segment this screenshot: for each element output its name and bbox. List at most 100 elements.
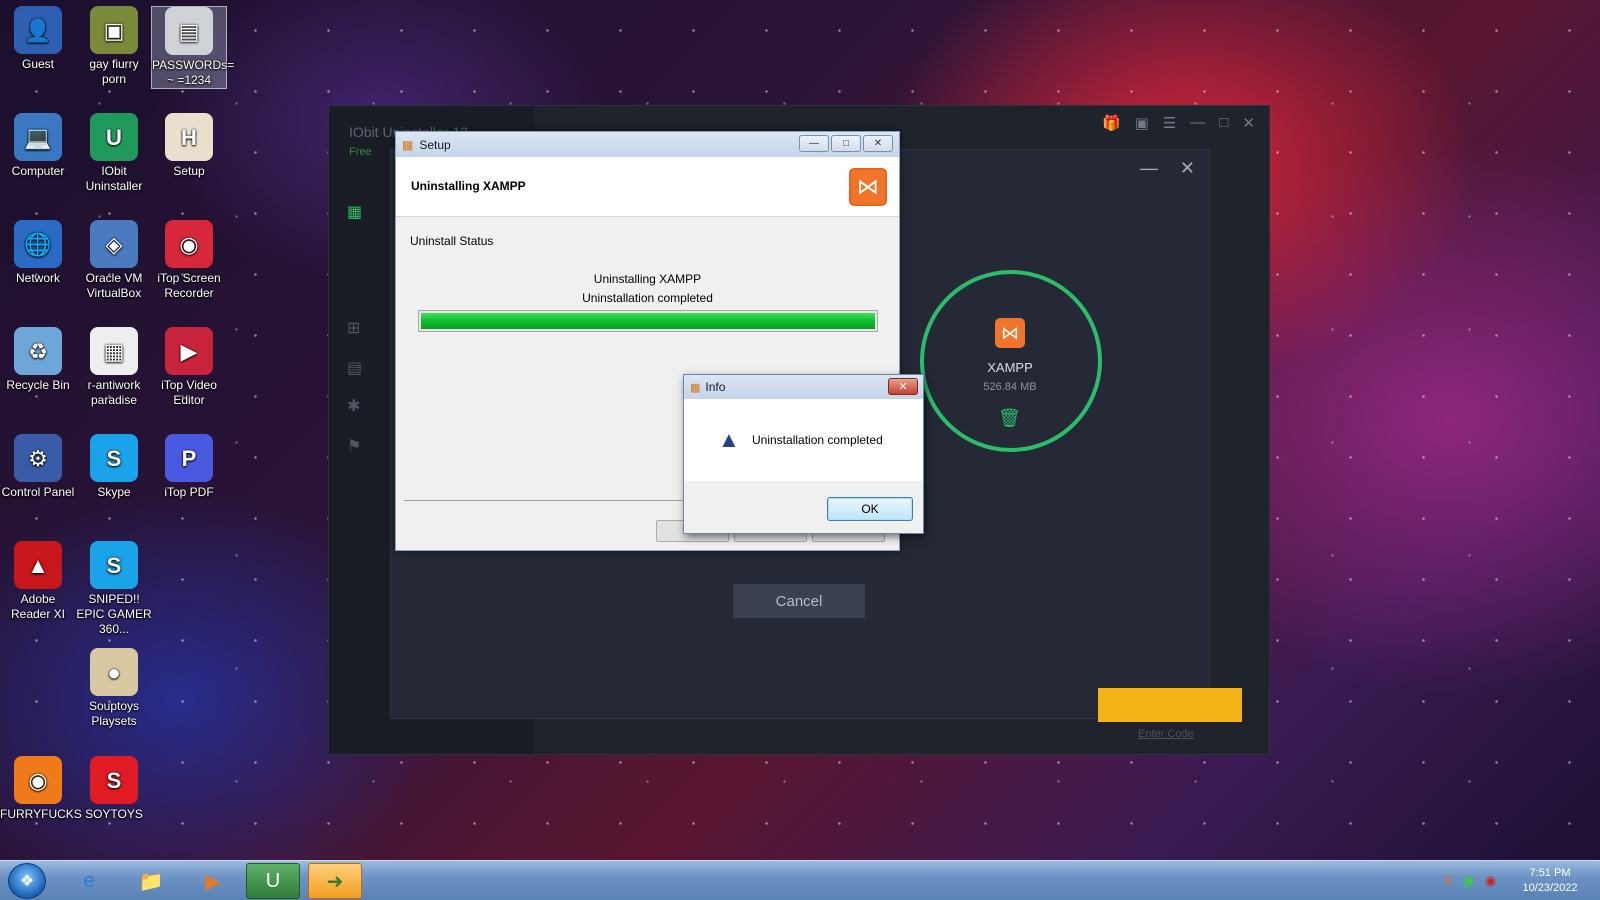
app-name: XAMPP xyxy=(987,360,1033,375)
setup-titlebar[interactable]: ▩ Setup — □ ✕ xyxy=(396,132,899,157)
computer-icon: 💻 xyxy=(14,113,62,161)
recycle-bin-icon: ♻ xyxy=(14,327,62,375)
gift-icon[interactable]: 🎁 xyxy=(1102,114,1121,132)
desktop-icon-box[interactable]: ▣ gay fiurry porn xyxy=(76,6,152,87)
desktop-icon-recycle-bin[interactable]: ♻ Recycle Bin xyxy=(0,327,76,393)
skype-icon: S xyxy=(90,434,138,482)
system-tray: ⚲ ▣ ◉ xyxy=(1443,873,1496,889)
desktop-icon-label: Guest xyxy=(21,57,54,71)
desktop-icon-setup[interactable]: H Setup xyxy=(151,113,227,179)
desktop-icon-screen-recorder[interactable]: ◉ iTop Screen Recorder xyxy=(151,220,227,301)
software-updater-icon[interactable]: ⊞ xyxy=(347,318,360,338)
trash-icon: 🗑 xyxy=(998,408,1021,428)
maximize-button[interactable]: □ xyxy=(831,135,861,152)
desktop-icon-computer[interactable]: 💻 Computer xyxy=(0,113,76,179)
programs-nav-icon[interactable]: ▦ xyxy=(347,202,362,222)
iobit-title-buttons: 🎁 ▣ ☰ — □ ✕ xyxy=(1102,114,1255,132)
desktop-icon-document[interactable]: ▦ r-antiwork paradise xyxy=(76,327,152,408)
clock[interactable]: 7:51 PM 10/23/2022 xyxy=(1510,866,1590,896)
firefox-icon: ◉ xyxy=(14,756,62,804)
screen-recorder-icon: ◉ xyxy=(165,220,213,268)
desktop-icon-label: iTop PDF xyxy=(164,485,214,499)
close-icon[interactable]: ✕ xyxy=(1180,158,1195,179)
desktop-icon-network[interactable]: 🌐 Network xyxy=(0,220,76,286)
desktop-icon-label: Oracle VM VirtualBox xyxy=(85,271,143,300)
setup-header: Uninstalling XAMPP ⋈ xyxy=(396,157,899,217)
close-icon[interactable]: ✕ xyxy=(1242,114,1255,132)
desktop-icon-firefox[interactable]: ◉ FURRYFUCKS xyxy=(0,756,82,822)
info-titlebar[interactable]: ▩ Info ✕ xyxy=(684,375,923,399)
desktop-icon-virtualbox[interactable]: ◈ Oracle VM VirtualBox xyxy=(76,220,152,301)
soytoys-icon: S xyxy=(90,756,138,804)
install-monitor-icon[interactable]: ▤ xyxy=(347,358,362,378)
desktop-icon-control-panel[interactable]: ⚙ Control Panel xyxy=(0,434,76,500)
progress-fill xyxy=(421,313,875,329)
setup-icon: H xyxy=(165,113,213,161)
xampp-logo-icon: ⋈ xyxy=(849,168,887,206)
info-dialog: ▩ Info ✕ ▲ Uninstallation completed OK xyxy=(683,374,924,534)
desktop-icon-label: Setup xyxy=(173,164,205,178)
desktop-icon-label: Control Panel xyxy=(1,485,75,499)
desktop-icon-pdf[interactable]: PiTop PDF xyxy=(151,434,227,500)
xampp-logo-icon: ⋈ xyxy=(995,318,1025,348)
desktop-icon-skype[interactable]: S Skype xyxy=(76,434,152,500)
enter-code-link[interactable]: Enter Code xyxy=(1138,728,1194,740)
taskbar: ❖ e 📁 ▶ U ➜ ⚲ ▣ ◉ 7:51 PM 10/23/2022 xyxy=(0,860,1600,900)
uninstall-progress-bar xyxy=(418,310,878,332)
ok-button[interactable]: OK xyxy=(827,497,913,521)
status-line-2: Uninstallation completed xyxy=(582,291,713,305)
minimize-icon[interactable]: — xyxy=(1190,114,1205,132)
video-editor-icon: ▶ xyxy=(165,327,213,375)
internet-explorer-icon[interactable]: e xyxy=(62,863,116,899)
desktop-icon-user[interactable]: 👤 Guest xyxy=(0,6,76,72)
clock-time: 7:51 PM xyxy=(1529,867,1571,879)
clock-date: 10/23/2022 xyxy=(1522,882,1578,894)
user-icon: 👤 xyxy=(14,6,62,54)
toolbox-icon[interactable]: ▣ xyxy=(1135,114,1149,132)
browser-plugins-icon[interactable]: ✱ xyxy=(347,396,360,416)
desktop-icon-label: iTop Screen Recorder xyxy=(157,271,221,300)
desktop-icon-skype[interactable]: S SNIPED!! EPIC GAMER 360... xyxy=(76,541,152,637)
close-button[interactable]: ✕ xyxy=(888,378,918,395)
desktop-icon-souptoys[interactable]: ● Souptoys Playsets xyxy=(76,648,152,729)
network-icon: 🌐 xyxy=(14,220,62,268)
skype-icon: S xyxy=(90,541,138,589)
desktop-icon-label: Souptoys Playsets xyxy=(88,699,140,728)
desktop-icon-label: SNIPED!! EPIC GAMER 360... xyxy=(76,592,152,636)
desktop-icon-label: Skype xyxy=(97,485,131,499)
desktop-icon-label: FURRYFUCKS xyxy=(0,807,82,821)
setup-window-title: Setup xyxy=(419,137,451,152)
minimize-icon[interactable]: — xyxy=(1140,158,1158,179)
volume-icon[interactable]: ◉ xyxy=(1485,873,1496,889)
desktop-icon-text-file[interactable]: ▤ PASSWORDs= ~ =1234 xyxy=(151,6,234,89)
network-status-icon[interactable]: ▣ xyxy=(1463,873,1475,889)
setup-taskbar-icon[interactable]: ➜ xyxy=(308,863,362,899)
info-app-icon: ▩ xyxy=(690,381,701,394)
box-icon: ▣ xyxy=(90,6,138,54)
text-file-icon: ▤ xyxy=(165,7,213,55)
upgrade-button[interactable] xyxy=(1098,688,1242,722)
desktop-icon-label: SOYTOYS xyxy=(85,807,143,821)
desktop-icon-iobit-uninstaller[interactable]: U IObit Uninstaller xyxy=(76,113,152,194)
desktop-icon-label: Network xyxy=(15,271,60,285)
start-button[interactable]: ❖ xyxy=(8,863,46,899)
desktop-icon-adobe-reader[interactable]: ▲ Adobe Reader XI xyxy=(0,541,76,622)
maximize-icon[interactable]: □ xyxy=(1219,114,1228,132)
virtualbox-icon: ◈ xyxy=(90,220,138,268)
desktop-icon-soytoys[interactable]: S SOYTOYS xyxy=(76,756,152,822)
desktop-icon-label: Computer xyxy=(11,164,65,178)
action-center-icon[interactable]: ⚑ xyxy=(347,436,361,456)
uninstall-status-label: Uninstall Status xyxy=(410,234,494,248)
status-line-1: Uninstalling XAMPP xyxy=(593,272,702,286)
minimize-button[interactable]: — xyxy=(799,135,829,152)
close-button[interactable]: ✕ xyxy=(863,135,893,152)
iobit-edition-label: Free xyxy=(349,146,372,158)
cancel-button[interactable]: Cancel xyxy=(733,584,865,618)
desktop-icon-video-editor[interactable]: ▶ iTop Video Editor xyxy=(151,327,227,408)
souptoys-icon: ● xyxy=(90,648,138,696)
iobit-taskbar-icon[interactable]: U xyxy=(246,863,300,899)
menu-icon[interactable]: ☰ xyxy=(1163,114,1176,132)
media-player-icon[interactable]: ▶ xyxy=(186,863,240,899)
file-explorer-icon[interactable]: 📁 xyxy=(124,863,178,899)
search-icon[interactable]: ⚲ xyxy=(1443,873,1453,889)
